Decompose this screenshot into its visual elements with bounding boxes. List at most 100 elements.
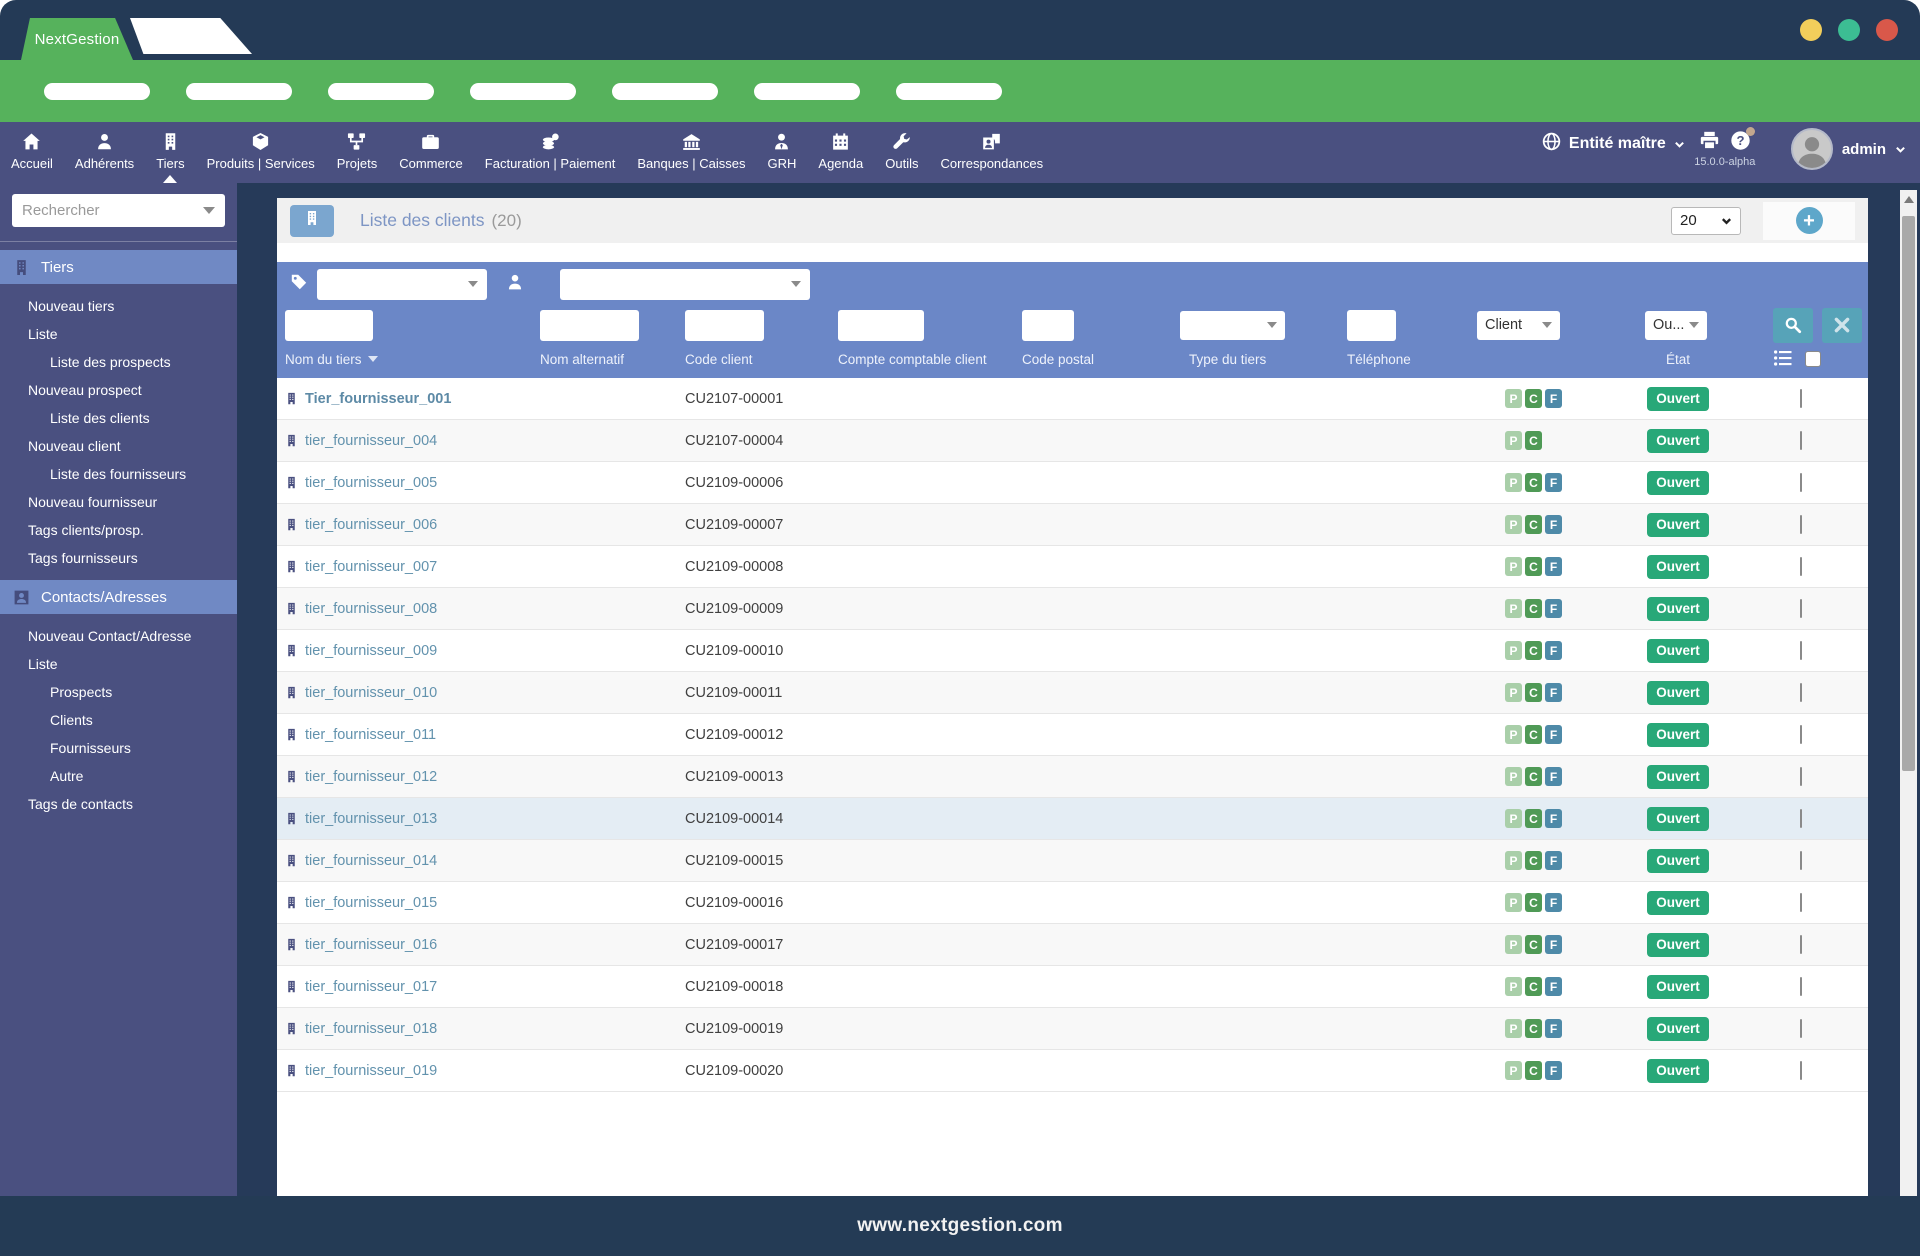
row-checkbox[interactable] bbox=[1800, 1018, 1802, 1038]
add-record-button[interactable]: + bbox=[1763, 201, 1855, 240]
nav-item-correspondances[interactable]: Correspondances bbox=[929, 122, 1054, 183]
row-checkbox[interactable] bbox=[1800, 766, 1802, 786]
badge-c[interactable]: C bbox=[1525, 1061, 1542, 1080]
sidebar-item-autre[interactable]: Autre bbox=[0, 762, 237, 790]
client-name-link[interactable]: tier_fournisseur_013 bbox=[305, 811, 437, 827]
column-nom-alternatif[interactable]: Nom alternatif bbox=[540, 352, 685, 367]
row-checkbox[interactable] bbox=[1800, 388, 1802, 408]
row-checkbox[interactable] bbox=[1800, 976, 1802, 996]
nav-item-facturation-paiement[interactable]: Facturation | Paiement bbox=[474, 122, 627, 183]
badge-f[interactable]: F bbox=[1545, 725, 1562, 744]
badge-p[interactable]: P bbox=[1505, 557, 1522, 576]
badge-p[interactable]: P bbox=[1505, 599, 1522, 618]
row-checkbox[interactable] bbox=[1800, 1060, 1802, 1080]
badge-c[interactable]: C bbox=[1525, 977, 1542, 996]
close-button[interactable] bbox=[1876, 19, 1898, 41]
client-name-link[interactable]: tier_fournisseur_006 bbox=[305, 517, 437, 533]
nav-item-accueil[interactable]: Accueil bbox=[0, 122, 64, 183]
sidebar-item-nouveau-fournisseur[interactable]: Nouveau fournisseur bbox=[0, 488, 237, 516]
badge-c[interactable]: C bbox=[1525, 557, 1542, 576]
badge-c[interactable]: C bbox=[1525, 893, 1542, 912]
sidebar-item-liste-des-clients[interactable]: Liste des clients bbox=[0, 404, 237, 432]
sidebar-item-tags-clients-prosp[interactable]: Tags clients/prosp. bbox=[0, 516, 237, 544]
filter-telephone-input[interactable] bbox=[1347, 309, 1396, 341]
nav-item-tiers[interactable]: Tiers bbox=[145, 122, 195, 183]
list-view-icon[interactable] bbox=[1773, 348, 1793, 371]
badge-p[interactable]: P bbox=[1505, 683, 1522, 702]
badge-p[interactable]: P bbox=[1505, 767, 1522, 786]
menu-pill-placeholder[interactable] bbox=[328, 82, 434, 100]
badge-f[interactable]: F bbox=[1545, 599, 1562, 618]
badge-f[interactable]: F bbox=[1545, 977, 1562, 996]
printer-icon[interactable] bbox=[1699, 130, 1720, 156]
row-checkbox[interactable] bbox=[1800, 808, 1802, 828]
badge-p[interactable]: P bbox=[1505, 851, 1522, 870]
filter-code-postal-input[interactable] bbox=[1022, 309, 1074, 341]
sidebar-item-liste-des-fournisseurs[interactable]: Liste des fournisseurs bbox=[0, 460, 237, 488]
search-input[interactable]: Rechercher bbox=[12, 194, 225, 227]
sidebar-item-nouveau-prospect[interactable]: Nouveau prospect bbox=[0, 376, 237, 404]
row-checkbox[interactable] bbox=[1800, 682, 1802, 702]
row-checkbox[interactable] bbox=[1800, 598, 1802, 618]
badge-c[interactable]: C bbox=[1525, 935, 1542, 954]
select-all-checkbox[interactable] bbox=[1805, 351, 1821, 367]
column-etat[interactable]: État bbox=[1645, 352, 1773, 367]
badge-p[interactable]: P bbox=[1505, 515, 1522, 534]
sidebar-item-nouveau-client[interactable]: Nouveau client bbox=[0, 432, 237, 460]
badge-c[interactable]: C bbox=[1525, 809, 1542, 828]
sidebar-item-nouveau-tiers[interactable]: Nouveau tiers bbox=[0, 292, 237, 320]
sidebar-item-nouveau-contact-adresse[interactable]: Nouveau Contact/Adresse bbox=[0, 622, 237, 650]
badge-c[interactable]: C bbox=[1525, 683, 1542, 702]
sidebar-item-fournisseurs[interactable]: Fournisseurs bbox=[0, 734, 237, 762]
badge-f[interactable]: F bbox=[1545, 389, 1562, 408]
badge-p[interactable]: P bbox=[1505, 893, 1522, 912]
client-name-link[interactable]: tier_fournisseur_017 bbox=[305, 979, 437, 995]
column-type-du-tiers[interactable]: Type du tiers bbox=[1180, 352, 1347, 367]
page-size-select[interactable]: 20 bbox=[1671, 206, 1741, 235]
badge-p[interactable]: P bbox=[1505, 1061, 1522, 1080]
client-name-link[interactable]: Tier_fournisseur_001 bbox=[305, 391, 451, 407]
client-name-link[interactable]: tier_fournisseur_011 bbox=[305, 727, 436, 743]
menu-pill-placeholder[interactable] bbox=[754, 82, 860, 100]
badge-f[interactable]: F bbox=[1545, 473, 1562, 492]
badge-f[interactable]: F bbox=[1545, 851, 1562, 870]
nav-item-outils[interactable]: Outils bbox=[874, 122, 929, 183]
client-name-link[interactable]: tier_fournisseur_005 bbox=[305, 475, 437, 491]
client-name-link[interactable]: tier_fournisseur_007 bbox=[305, 559, 437, 575]
nav-item-produits-services[interactable]: Produits | Services bbox=[196, 122, 326, 183]
client-name-link[interactable]: tier_fournisseur_012 bbox=[305, 769, 437, 785]
footer-url[interactable]: www.nextgestion.com bbox=[857, 1215, 1063, 1237]
badge-f[interactable]: F bbox=[1545, 809, 1562, 828]
row-checkbox[interactable] bbox=[1800, 724, 1802, 744]
badge-p[interactable]: P bbox=[1505, 641, 1522, 660]
row-checkbox[interactable] bbox=[1800, 556, 1802, 576]
scrollbar-up-arrow[interactable] bbox=[1900, 190, 1917, 208]
badge-c[interactable]: C bbox=[1525, 725, 1542, 744]
column-telephone[interactable]: Téléphone bbox=[1347, 352, 1477, 367]
badge-p[interactable]: P bbox=[1505, 473, 1522, 492]
badge-c[interactable]: C bbox=[1525, 515, 1542, 534]
salesrep-filter-select[interactable] bbox=[560, 268, 810, 300]
nav-item-banques-caisses[interactable]: Banques | Caisses bbox=[626, 122, 756, 183]
menu-pill-placeholder[interactable] bbox=[896, 82, 1002, 100]
minimize-button[interactable] bbox=[1800, 19, 1822, 41]
maximize-button[interactable] bbox=[1838, 19, 1860, 41]
filter-etat-select[interactable]: Ou... bbox=[1645, 310, 1707, 340]
sidebar-section-tiers[interactable]: Tiers bbox=[0, 250, 237, 284]
badge-p[interactable]: P bbox=[1505, 1019, 1522, 1038]
sidebar-item-liste[interactable]: Liste bbox=[0, 320, 237, 348]
badge-f[interactable]: F bbox=[1545, 767, 1562, 786]
entity-selector[interactable]: Entité maître bbox=[1542, 132, 1685, 156]
badge-c[interactable]: C bbox=[1525, 389, 1542, 408]
row-checkbox[interactable] bbox=[1800, 892, 1802, 912]
client-name-link[interactable]: tier_fournisseur_014 bbox=[305, 853, 437, 869]
client-name-link[interactable]: tier_fournisseur_008 bbox=[305, 601, 437, 617]
clear-filters-button[interactable] bbox=[1822, 307, 1862, 343]
sidebar-section-contacts-adresses[interactable]: Contacts/Adresses bbox=[0, 580, 237, 614]
sidebar-item-clients[interactable]: Clients bbox=[0, 706, 237, 734]
badge-p[interactable]: P bbox=[1505, 725, 1522, 744]
sidebar-item-liste[interactable]: Liste bbox=[0, 650, 237, 678]
badge-p[interactable]: P bbox=[1505, 935, 1522, 954]
filter-type-du-tiers-select[interactable] bbox=[1180, 310, 1285, 340]
badge-f[interactable]: F bbox=[1545, 683, 1562, 702]
